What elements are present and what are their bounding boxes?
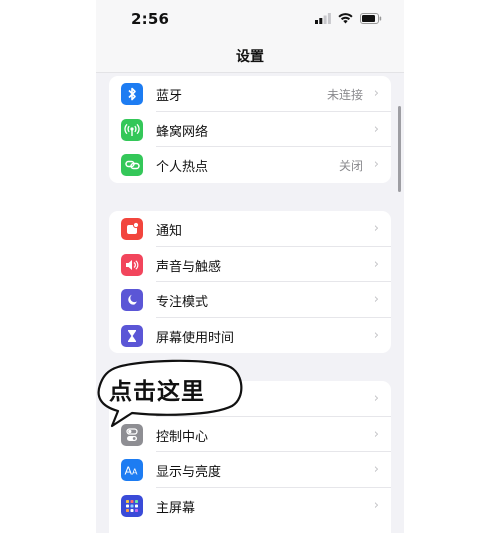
callout-bubble xyxy=(97,359,243,428)
callout-text: 点击这里 xyxy=(109,379,205,405)
screenshot-stage: 2:56 设置 蓝牙 未连接 › 蜂窝网络 › 个人热点 关闭 › 通知 › 声… xyxy=(0,0,500,533)
